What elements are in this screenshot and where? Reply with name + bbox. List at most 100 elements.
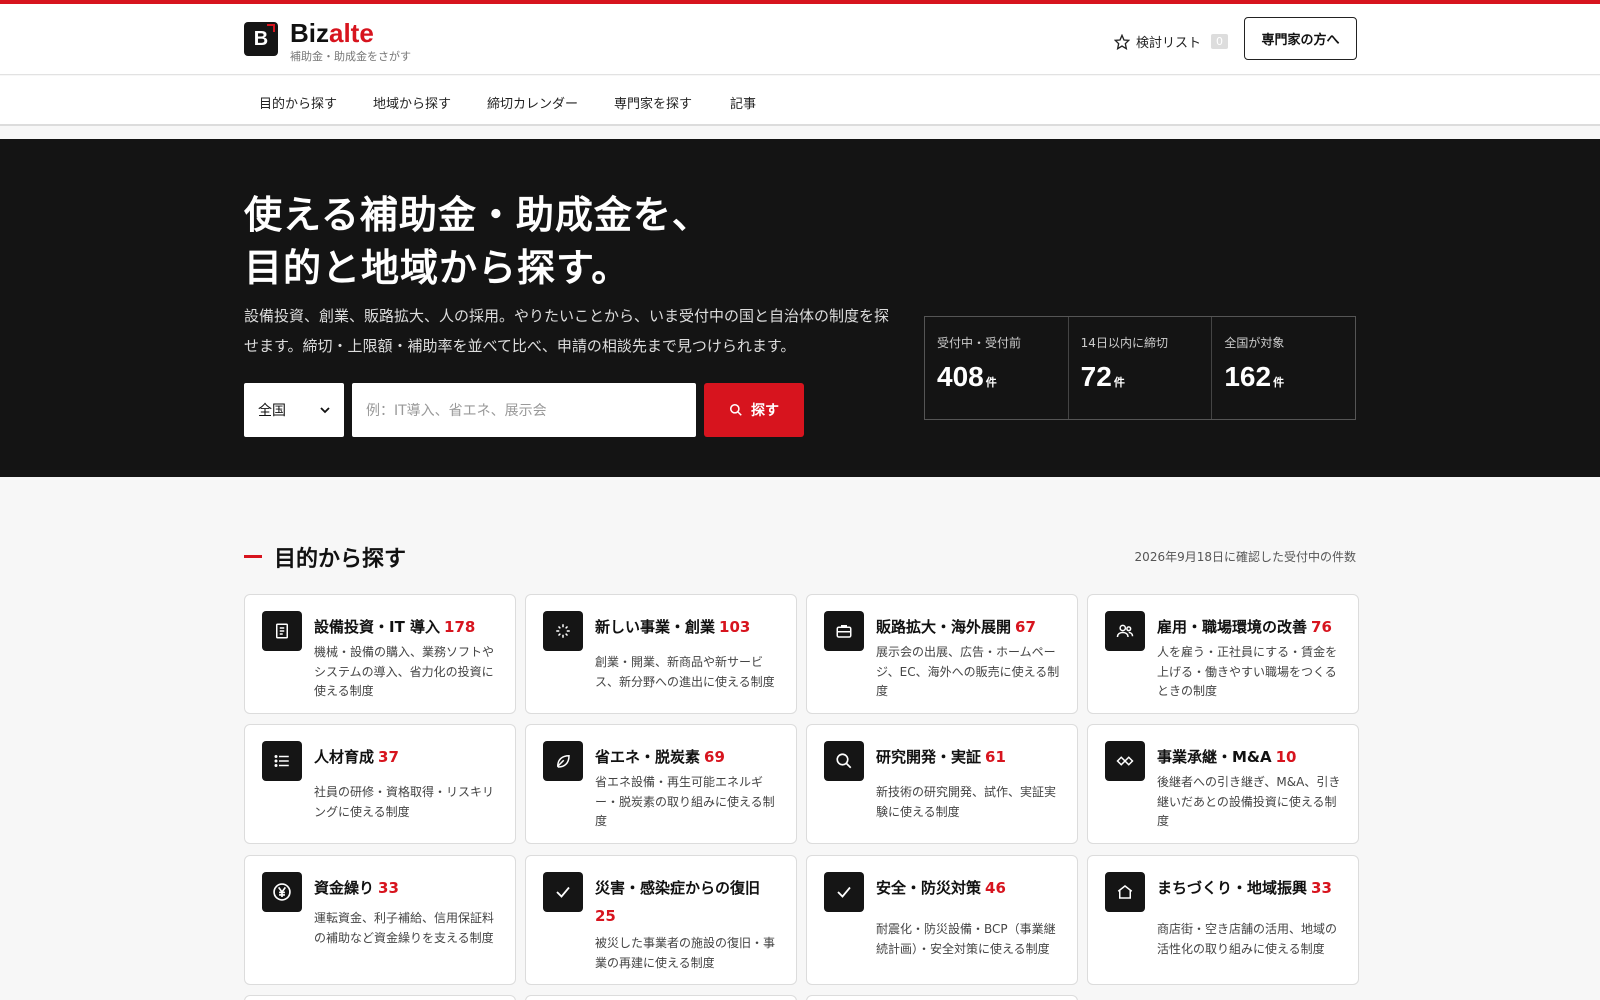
wishlist-link[interactable]: 検討リスト 0 (1114, 32, 1229, 51)
card-count: 69 (704, 748, 725, 766)
card-title-text: 人材育成 (314, 748, 375, 766)
card-title-text: 研究開発・実証 (876, 748, 982, 766)
card-title-text: 資金繰り (314, 879, 375, 897)
stat-label: 14日以内に締切 (1080, 336, 1168, 350)
purpose-card-finance[interactable]: 資金繰り 33 運転資金、利子補給、信用保証料の補助など資金繰りを支える制度 (244, 855, 516, 985)
purpose-card-disaster[interactable]: 災害・感染症からの復旧 25 被災した事業者の施設の復旧・事業の再建に使える制度 (525, 855, 797, 985)
card-title-text: 販路拡大・海外展開 (876, 618, 1012, 636)
purpose-card-sales[interactable]: 販路拡大・海外展開 67 展示会の出展、広告・ホームページ、EC、海外への販売に使… (806, 594, 1078, 714)
card-count: 76 (1311, 618, 1332, 636)
chevron-down-icon (320, 407, 330, 414)
card-description: 人を雇う・正社員にする・賃金を上げる・働きやすい職場をつくるときの制度 (1157, 645, 1338, 698)
purpose-card-succession[interactable]: 事業承継・M&A 10 後継者への引き継ぎ、M&A、引き継いだあとの設備投資に使え… (1087, 724, 1359, 844)
card-description: 商店街・空き店舗の活用、地域の活性化の取り組みに使える制度 (1157, 922, 1338, 956)
card-title: 災害・感染症からの復旧 25 (595, 874, 791, 930)
card-title-text: 災害・感染症からの復旧 (595, 879, 761, 897)
expert-button[interactable]: 専門家の方へ (1244, 17, 1357, 60)
hero-title: 使える補助金・助成金を、 目的と地域から探す。 (244, 189, 711, 295)
hero-description: 設備投資、創業、販路拡大、人の採用。やりたいことから、いま受付中の国と自治体の制… (244, 301, 894, 361)
card-title-text: 設備投資・IT 導入 (314, 618, 441, 636)
home-icon (1105, 872, 1145, 912)
users-icon (1105, 611, 1145, 651)
card-description: 創業・開業、新商品や新サービス、新分野への進出に使える制度 (595, 655, 775, 689)
nav-item-calendar[interactable]: 締切カレンダー (487, 93, 578, 112)
leaf-icon (543, 741, 583, 781)
purpose-card-equipment[interactable]: 設備投資・IT 導入 178 機械・設備の購入、業務ソフトやシステムの導入、省力化… (244, 594, 516, 714)
stat-label: 全国が対象 (1224, 336, 1285, 350)
hero-desc-line1: 設備投資、創業、販路拡大、人の採用。やりたいことから、いま受付中の国と自治体の制… (244, 307, 890, 325)
stat-deadline: 14日以内に締切 72 件 (1069, 317, 1213, 419)
card-description: 運転資金、利子補給、信用保証料の補助など資金繰りを支える制度 (314, 911, 495, 945)
card-count: 33 (1311, 879, 1332, 897)
purpose-card-partial[interactable] (244, 995, 516, 1000)
purpose-card-partial[interactable] (525, 995, 797, 1000)
card-count: 37 (378, 748, 399, 766)
region-select-value: 全国 (258, 403, 286, 419)
card-title: 研究開発・実証 61 (876, 743, 1072, 771)
purpose-card-safety[interactable]: 安全・防災対策 46 耐震化・防災設備・BCP（事業継続計画）・安全対策に使える制… (806, 855, 1078, 985)
nav-item-region[interactable]: 地域から探す (373, 93, 451, 112)
stat-nationwide: 全国が対象 162 件 (1212, 317, 1355, 419)
logo-text[interactable]: Bizalte (290, 18, 374, 49)
card-title-text: 雇用・職場環境の改善 (1157, 618, 1308, 636)
logo-text-part2: alte (329, 18, 374, 48)
hero-desc-line2: せます。締切・上限額・補助率を並べて比べ、申請の相談先まで見つけられます。 (244, 337, 796, 355)
purpose-card-community[interactable]: まちづくり・地域振興 33 商店街・空き店舗の活用、地域の活性化の取り組みに使える… (1087, 855, 1359, 985)
logo-text-part1: Biz (290, 18, 329, 48)
purpose-card-employment[interactable]: 雇用・職場環境の改善 76 人を雇う・正社員にする・賃金を上げる・働きやすい職場を… (1087, 594, 1359, 714)
nav-item-purpose[interactable]: 目的から探す (259, 93, 337, 112)
stat-unit: 件 (1273, 376, 1285, 389)
site-header: B Bizalte 補助金・助成金をさがす 検討リスト 0 専門家の方へ (0, 4, 1600, 75)
card-count: 178 (444, 618, 476, 636)
star-icon (1114, 33, 1130, 50)
search-input[interactable]: 例：IT導入、省エネ、展示会 (352, 383, 696, 437)
nav-item-articles[interactable]: 記事 (730, 93, 756, 112)
yen-icon (262, 872, 302, 912)
card-count: 67 (1015, 618, 1036, 636)
card-count: 33 (378, 879, 399, 897)
card-description: 後継者への引き継ぎ、M&A、引き継いだあとの設備投資に使える制度 (1157, 775, 1341, 828)
purpose-card-research[interactable]: 研究開発・実証 61 新技術の研究開発、試作、実証実験に使える制度 (806, 724, 1078, 844)
stat-label: 受付中・受付前 (937, 336, 1022, 350)
purpose-card-startup[interactable]: 新しい事業・創業 103 創業・開業、新商品や新サービス、新分野への進出に使える制… (525, 594, 797, 714)
card-description: 展示会の出展、広告・ホームページ、EC、海外への販売に使える制度 (876, 645, 1060, 698)
search-icon (729, 403, 742, 416)
purpose-card-energy[interactable]: 省エネ・脱炭素 69 省エネ設備・再生可能エネルギー・脱炭素の取り組みに使える制度 (525, 724, 797, 844)
card-title-text: 事業承継・M&A (1157, 748, 1272, 766)
search-button-label: 探す (751, 403, 779, 419)
hero-title-line2: 目的と地域から探す。 (244, 246, 631, 290)
search-placeholder: 例：IT導入、省エネ、展示会 (366, 403, 547, 419)
stat-open: 受付中・受付前 408 件 (925, 317, 1069, 419)
wishlist-label: 検討リスト (1136, 36, 1202, 51)
card-title: 販路拡大・海外展開 67 (876, 613, 1072, 641)
card-title-text: まちづくり・地域振興 (1157, 879, 1308, 897)
arrow-icon (267, 24, 275, 32)
card-description: 省エネ設備・再生可能エネルギー・脱炭素の取り組みに使える制度 (595, 775, 775, 828)
card-count: 25 (595, 907, 616, 925)
region-select[interactable]: 全国 (244, 383, 344, 437)
stat-number: 162 (1224, 361, 1272, 392)
check-icon (543, 872, 583, 912)
check-icon (824, 872, 864, 912)
purpose-card-training[interactable]: 人材育成 37 社員の研修・資格取得・リスキリングに使える制度 (244, 724, 516, 844)
card-description: 機械・設備の購入、業務ソフトやシステムの導入、省力化の投資に使える制度 (314, 645, 495, 698)
hero-section: 使える補助金・助成金を、 目的と地域から探す。 設備投資、創業、販路拡大、人の採用… (0, 139, 1600, 477)
stat-number: 408 (937, 361, 984, 392)
purpose-card-partial[interactable] (806, 995, 1078, 1000)
card-title-text: 新しい事業・創業 (595, 618, 716, 636)
stat-number: 72 (1080, 361, 1112, 392)
card-title: 資金繰り 33 (314, 874, 510, 902)
card-count: 10 (1275, 748, 1297, 766)
card-description: 社員の研修・資格取得・リスキリングに使える制度 (314, 785, 495, 819)
card-description: 被災した事業者の施設の復旧・事業の再建に使える制度 (595, 936, 776, 970)
hero-title-line1: 使える補助金・助成金を、 (244, 193, 711, 237)
document-icon (262, 611, 302, 651)
search-button[interactable]: 探す (704, 383, 804, 437)
stat-value: 408 件 (937, 361, 1056, 393)
section-title: 目的から探す (274, 547, 407, 572)
card-title: 雇用・職場環境の改善 76 (1157, 613, 1353, 641)
wishlist-count-badge: 0 (1211, 34, 1229, 49)
card-title: 安全・防災対策 46 (876, 874, 1072, 902)
logo-icon[interactable]: B (244, 22, 278, 56)
nav-item-experts[interactable]: 専門家を探す (614, 93, 692, 112)
